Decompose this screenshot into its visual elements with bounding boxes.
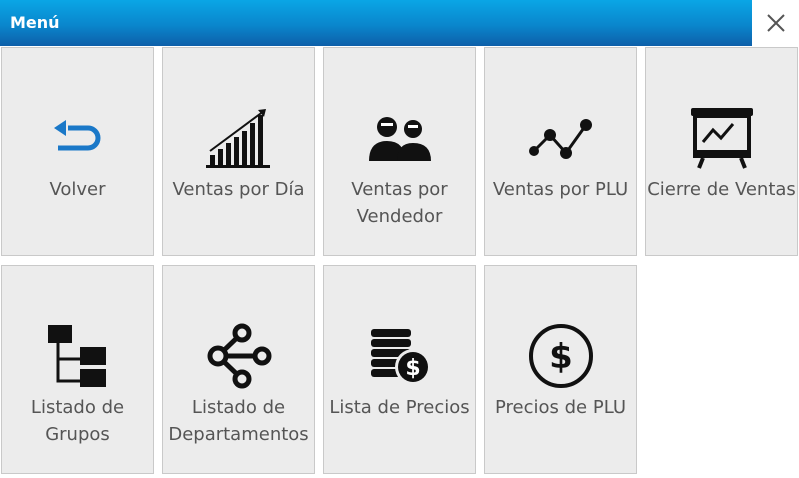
- title-bar: Menú: [0, 0, 752, 46]
- tile-label: Cierre de Ventas: [647, 179, 796, 200]
- tile-lista-de-precios[interactable]: $ Lista de Precios: [323, 265, 476, 474]
- users-icon: [368, 117, 431, 161]
- tree-structure-icon: [47, 325, 106, 387]
- tile-cierre-de-ventas[interactable]: Cierre de Ventas: [645, 47, 798, 256]
- tile-listado-de-departamentos[interactable]: Listado de Departamentos: [162, 265, 315, 474]
- tile-label: Lista de Precios: [329, 397, 470, 418]
- tile-label: Ventas por Vendedor: [351, 179, 448, 227]
- tile-ventas-por-plu[interactable]: Ventas por PLU: [484, 47, 637, 256]
- bar-chart-icon: [205, 109, 270, 168]
- svg-text:$: $: [405, 356, 420, 381]
- line-chart-icon: [528, 119, 592, 159]
- tile-label: Volver: [49, 179, 106, 200]
- coins-dollar-icon: $: [370, 329, 431, 385]
- tile-listado-de-grupos[interactable]: Listado de Grupos: [1, 265, 154, 474]
- tile-ventas-por-dia[interactable]: Ventas por Día: [162, 47, 315, 256]
- tile-label: Listado de Departamentos: [168, 397, 309, 445]
- window-title: Menú: [10, 13, 60, 32]
- tile-precios-de-plu[interactable]: $ Precios de PLU: [484, 265, 637, 474]
- tile-label: Ventas por PLU: [492, 179, 629, 200]
- tile-volver[interactable]: Volver: [1, 47, 154, 256]
- presentation-board-icon: [690, 108, 753, 169]
- svg-text:$: $: [549, 337, 573, 377]
- dollar-circle-icon: $: [528, 324, 593, 388]
- tile-label: Precios de PLU: [494, 397, 626, 418]
- tile-ventas-por-vendedor[interactable]: Ventas por Vendedor: [323, 47, 476, 256]
- share-nodes-icon: [207, 323, 271, 389]
- close-button[interactable]: [752, 0, 799, 46]
- close-icon: [766, 14, 785, 32]
- tile-label: Ventas por Día: [172, 179, 305, 200]
- tile-label: Listado de Grupos: [30, 397, 125, 445]
- return-arrow-icon: [53, 120, 100, 151]
